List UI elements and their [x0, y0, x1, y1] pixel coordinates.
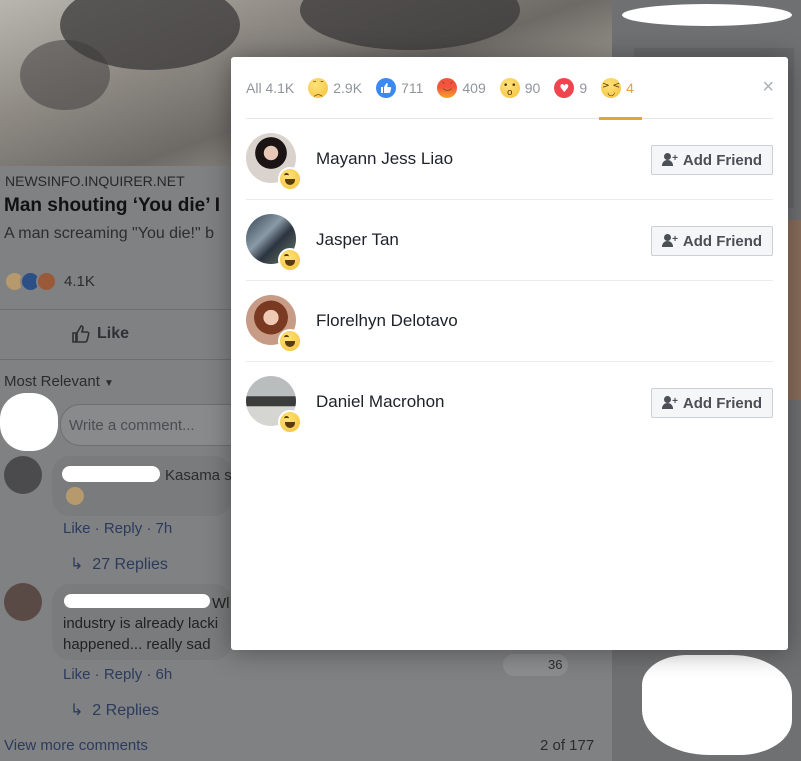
add-friend-button[interactable]: + Add Friend [651, 388, 773, 418]
reactions-dialog: All 4.1K ˘ ˘ ︵ 2.9K 711 ˋ ˊ ︶ 409 • • o 90 … [231, 57, 788, 650]
tab-sad[interactable]: ˘ ˘ ︵ 2.9K [308, 57, 362, 119]
tab-label: 4 [626, 79, 634, 96]
angry-emoji-icon: ˋ ˊ ︶ [437, 77, 458, 98]
haha-badge-icon [278, 410, 302, 434]
add-friend-label: Add Friend [682, 394, 763, 412]
comment-text-line: industry is already lacki [63, 615, 219, 632]
add-friend-label: Add Friend [682, 232, 763, 250]
replies-label: 2 Replies [92, 702, 159, 719]
comment-reaction-count: 36 [548, 657, 563, 672]
like-label: Like [97, 325, 130, 342]
caret-down-icon: ▼ [104, 378, 114, 389]
redacted-name [62, 466, 160, 482]
add-friend-button[interactable]: + Add Friend [651, 226, 773, 256]
replies-link[interactable]: ↳ 27 Replies [70, 554, 168, 574]
link-description: A man screaming "You die!" b [4, 225, 214, 242]
comment-actions[interactable]: Like · Reply · 7h [63, 520, 172, 537]
haha-emoji-icon: > < ◡ [601, 77, 622, 98]
add-friend-icon: + [661, 234, 678, 248]
list-item: Florelhyn Delotavo [246, 281, 773, 362]
list-item: Jasper Tan + Add Friend [246, 200, 773, 281]
tab-label: 9 [579, 79, 588, 96]
tab-love[interactable]: ♥ 9 [554, 57, 587, 119]
thumbs-up-icon [72, 325, 90, 343]
thumbs-up-icon [376, 77, 397, 98]
list-item: Mayann Jess Liao + Add Friend [246, 119, 773, 200]
tab-label: 2.9K [333, 79, 363, 96]
tab-angry[interactable]: ˋ ˊ ︶ 409 [437, 57, 486, 119]
comment-reactions[interactable]: 36 [503, 654, 568, 676]
haha-badge-icon [278, 329, 302, 353]
comment-actions[interactable]: Like · Reply · 6h [63, 666, 172, 683]
add-friend-button[interactable]: + Add Friend [651, 145, 773, 175]
angry-reaction-icon [36, 271, 57, 292]
comment-placeholder: Write a comment... [69, 417, 195, 434]
haha-badge-icon [278, 167, 302, 191]
sad-emoji-icon [66, 487, 84, 505]
list-item: Daniel Macrohon + Add Friend [246, 362, 773, 443]
commenter-avatar[interactable] [4, 456, 42, 494]
person-name[interactable]: Florelhyn Delotavo [316, 311, 458, 331]
reactors-list: Mayann Jess Liao + Add Friend Jasper Tan… [246, 119, 773, 443]
add-friend-label: Add Friend [682, 151, 763, 169]
comment-name-fragment: Wl [212, 595, 230, 612]
reaction-summary[interactable]: 4.1K [4, 271, 95, 292]
tab-wow[interactable]: • • o 90 [499, 57, 541, 119]
close-icon[interactable]: × [762, 77, 774, 97]
replies-link[interactable]: ↳ 2 Replies [70, 700, 159, 720]
comment-text-line: happened... really sad [63, 636, 211, 653]
comment-input[interactable]: Write a comment... [60, 404, 240, 446]
tab-label: All 4.1K [246, 79, 295, 96]
replies-label: 27 Replies [92, 556, 168, 573]
comment-bubble [52, 456, 232, 516]
redacted-avatar [0, 393, 58, 451]
view-more-comments[interactable]: View more comments [4, 737, 148, 754]
reply-arrow-icon: ↳ [70, 702, 84, 719]
wow-emoji-icon: • • o [499, 77, 520, 98]
tab-like[interactable]: 711 [376, 57, 423, 119]
add-friend-icon: + [661, 396, 678, 410]
tab-haha[interactable]: > < ◡ 4 [599, 57, 642, 120]
person-name[interactable]: Jasper Tan [316, 230, 399, 250]
tab-label: 711 [401, 79, 424, 96]
comment-name-fragment[interactable]: Kasama s [165, 467, 232, 484]
like-button[interactable]: Like [71, 324, 129, 344]
reply-arrow-icon: ↳ [70, 556, 84, 573]
link-headline[interactable]: Man shouting ‘You die’ I [4, 195, 220, 217]
tab-label: 90 [524, 79, 541, 96]
comment-pager: 2 of 177 [540, 737, 595, 754]
person-name[interactable]: Daniel Macrohon [316, 392, 445, 412]
person-name[interactable]: Mayann Jess Liao [316, 149, 453, 169]
redacted-name [64, 594, 210, 608]
add-friend-icon: + [661, 153, 678, 167]
sad-emoji-icon: ˘ ˘ ︵ [308, 77, 329, 98]
reaction-tabs: All 4.1K ˘ ˘ ︵ 2.9K 711 ˋ ˊ ︶ 409 • • o 90 … [246, 57, 773, 120]
tab-label: 409 [462, 79, 486, 96]
sort-label: Most Relevant [4, 373, 100, 390]
link-source[interactable]: NEWSINFO.INQUIRER.NET [5, 173, 185, 189]
heart-icon: ♥ [554, 77, 575, 98]
haha-badge-icon [278, 248, 302, 272]
sort-dropdown[interactable]: Most Relevant ▼ [4, 373, 114, 390]
commenter-avatar[interactable] [4, 583, 42, 621]
reaction-count: 4.1K [64, 273, 95, 290]
tab-all[interactable]: All 4.1K [246, 57, 294, 119]
